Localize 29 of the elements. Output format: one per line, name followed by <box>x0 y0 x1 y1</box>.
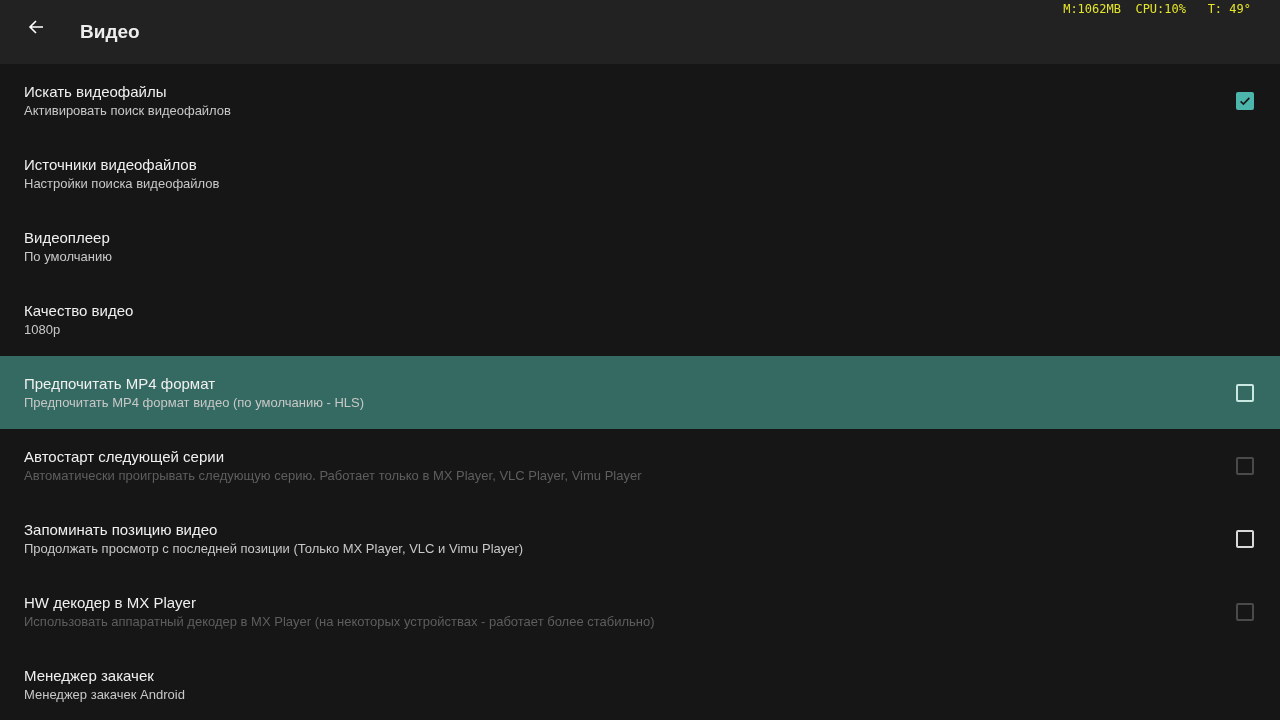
setting-title: Источники видеофайлов <box>24 156 198 173</box>
setting-summary: По умолчанию <box>24 249 113 264</box>
setting-title: Качество видео <box>24 302 135 319</box>
page-title: Видео <box>80 21 140 43</box>
settings-item[interactable]: Запоминать позицию видео Продолжать просмотр с последней позиции (Только MX Player, VLC и Vimu Player) <box>0 502 1280 575</box>
setting-summary: Автоматически проигрывать следующую серию. Работает только в MX Player, VLC Player, Vimu Player <box>24 468 643 483</box>
setting-summary: Менеджер закачек Android <box>24 687 186 702</box>
setting-summary: Настройки поиска видеофайлов <box>24 176 221 191</box>
back-arrow-icon[interactable] <box>28 19 44 35</box>
system-stats: M:1062MB CPU:10% T: 49° <box>1063 2 1251 16</box>
setting-summary: 1080p <box>24 322 62 337</box>
checkbox[interactable] <box>1236 91 1254 110</box>
setting-title: Запоминать позицию видео <box>24 521 219 538</box>
setting-summary: Продолжать просмотр с последней позиции (Только MX Player, VLC и Vimu Player) <box>24 541 525 556</box>
setting-summary: Предпочитать MP4 формат видео (по умолчанию - HLS) <box>24 395 366 410</box>
setting-title: HW декодер в MX Player <box>24 594 197 611</box>
setting-summary: Активировать поиск видеофайлов <box>24 103 232 118</box>
settings-item[interactable]: Искать видеофайлы Активировать поиск видеофайлов <box>0 64 1280 137</box>
setting-title: Менеджер закачек <box>24 667 155 684</box>
setting-title: Автостарт следующей серии <box>24 448 226 465</box>
settings-item[interactable]: Предпочитать MP4 формат Предпочитать MP4 формат видео (по умолчанию - HLS) <box>0 356 1280 429</box>
settings-item[interactable]: Видеоплеер По умолчанию <box>0 210 1280 283</box>
settings-item[interactable]: Менеджер закачек Менеджер закачек Android <box>0 648 1280 720</box>
setting-title: Предпочитать MP4 формат <box>24 375 216 392</box>
setting-title: Видеоплеер <box>24 229 111 246</box>
settings-item[interactable]: Качество видео 1080p <box>0 283 1280 356</box>
settings-item[interactable]: Источники видеофайлов Настройки поиска видеофайлов <box>0 137 1280 210</box>
setting-summary: Использовать аппаратный декодер в MX Player (на некоторых устройствах - работает более стабильно) <box>24 614 656 629</box>
setting-title: Искать видеофайлы <box>24 83 168 100</box>
